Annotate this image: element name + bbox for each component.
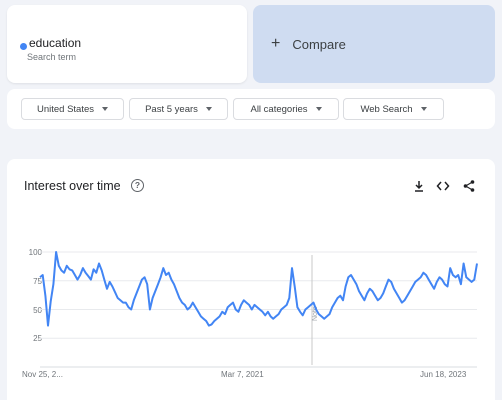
caret-down-icon: [102, 107, 109, 111]
caret-down-icon: [420, 107, 427, 111]
search-term-card[interactable]: education Search term: [7, 5, 247, 83]
filter-category-label: All categories: [250, 103, 308, 115]
filter-search-type-dropdown[interactable]: Web Search: [343, 98, 444, 120]
filter-region-dropdown[interactable]: United States: [21, 98, 124, 120]
compare-label: Compare: [292, 36, 346, 52]
search-term-name[interactable]: education: [29, 36, 81, 50]
chart-series: [39, 251, 478, 327]
series-line[interactable]: [39, 251, 478, 327]
interest-over-time-card: Interest over time ? 100 75 50 25 Nov 25…: [7, 159, 495, 400]
filter-time-label: Past 5 years: [145, 103, 198, 115]
line-chart: Note: [39, 251, 478, 368]
filter-search-type-label: Web Search: [360, 103, 413, 115]
filter-region-label: United States: [36, 103, 95, 115]
term-color-dot: [20, 43, 27, 50]
search-term-hint: Search term: [27, 52, 77, 62]
filter-bar: United States Past 5 years All categorie…: [7, 89, 495, 129]
compare-button[interactable]: + Compare: [253, 5, 495, 83]
filter-category-dropdown[interactable]: All categories: [233, 98, 339, 120]
plus-icon: +: [271, 35, 281, 52]
filter-time-dropdown[interactable]: Past 5 years: [129, 98, 228, 120]
caret-down-icon: [205, 107, 212, 111]
caret-down-icon: [315, 107, 322, 111]
